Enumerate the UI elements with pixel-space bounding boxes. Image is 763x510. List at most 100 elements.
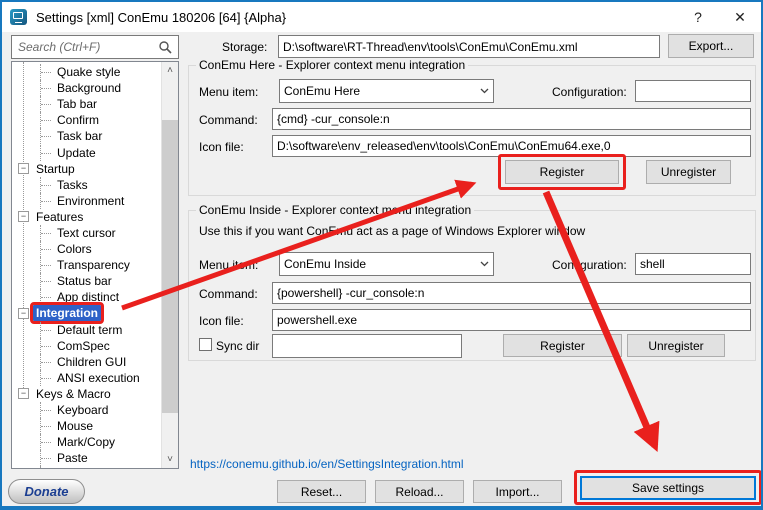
import-button[interactable]: Import...: [473, 480, 562, 503]
sync-dir-checkbox[interactable]: [199, 338, 212, 351]
command-label-2: Command:: [199, 287, 258, 301]
help-button[interactable]: ?: [677, 2, 719, 32]
tree-item-comspec[interactable]: ComSpec: [12, 338, 161, 354]
configuration-field-2[interactable]: shell: [635, 253, 751, 275]
tree-connector: [40, 64, 52, 80]
tree-connector: [40, 225, 52, 241]
tree-item-keyboard[interactable]: Keyboard: [12, 402, 161, 418]
tree-item-mouse[interactable]: Mouse: [12, 418, 161, 434]
tree-connector: [40, 177, 52, 193]
tree-collapse-icon[interactable]: −: [18, 163, 29, 174]
tree-connector: [40, 80, 52, 96]
conemu-inside-group-title: ConEmu Inside - Explorer context menu in…: [196, 203, 474, 217]
tree-item-children-gui[interactable]: Children GUI: [12, 354, 161, 370]
tree-connector: [40, 338, 52, 354]
reload-button[interactable]: Reload...: [375, 480, 464, 503]
tree-item-label: Background: [54, 80, 124, 96]
tree-connector: [40, 289, 52, 305]
menu-item-combo[interactable]: ConEmu Here: [279, 79, 494, 103]
scroll-up-icon[interactable]: ˄: [162, 62, 178, 79]
tree-connector: [40, 193, 52, 209]
configuration-field[interactable]: [635, 80, 751, 102]
tree-connector: [40, 434, 52, 450]
chevron-down-icon: [480, 88, 489, 94]
conemu-here-group-title: ConEmu Here - Explorer context menu inte…: [196, 58, 468, 72]
tree-item-tab-bar[interactable]: Tab bar: [12, 96, 161, 112]
tree-collapse-icon[interactable]: −: [18, 388, 29, 399]
tree-item-status-bar[interactable]: Status bar: [12, 273, 161, 289]
menu-item-label-2: Menu item:: [199, 258, 258, 272]
tree-connector: [40, 112, 52, 128]
unregister-inside-button[interactable]: Unregister: [627, 334, 725, 357]
save-settings-button[interactable]: Save settings: [580, 476, 756, 500]
tree-collapse-icon[interactable]: −: [18, 308, 29, 319]
tree-item-label: Paste: [54, 450, 91, 466]
tree-item-label: Integration: [33, 305, 101, 321]
settings-tree: Quake styleBackgroundTab barConfirmTask …: [11, 61, 179, 469]
tree-item-label: Update: [54, 145, 99, 161]
register-inside-button[interactable]: Register: [503, 334, 622, 357]
tree-item-paste[interactable]: Paste: [12, 450, 161, 466]
configuration-label-2: Configuration:: [552, 258, 627, 272]
tree-item-label: Tab bar: [54, 96, 100, 112]
title-bar: Settings [xml] ConEmu 180206 [64] {Alpha…: [2, 2, 761, 32]
tree-item-highlight[interactable]: Highlight: [12, 466, 161, 468]
storage-field[interactable]: D:\software\RT-Thread\env\tools\ConEmu\C…: [278, 35, 660, 58]
tree-item-environment[interactable]: Environment: [12, 193, 161, 209]
tree-item-app-distinct[interactable]: App distinct: [12, 289, 161, 305]
tree-item-text-cursor[interactable]: Text cursor: [12, 225, 161, 241]
tree-item-label: Quake style: [54, 64, 123, 80]
tree-item-default-term[interactable]: Default term: [12, 322, 161, 338]
tree-collapse-icon[interactable]: −: [18, 211, 29, 222]
tree-item-label: Tasks: [54, 177, 91, 193]
tree-item-label: Status bar: [54, 273, 115, 289]
command-field-2[interactable]: {powershell} -cur_console:n: [272, 282, 751, 304]
tree-item-background[interactable]: Background: [12, 80, 161, 96]
menu-item-value: ConEmu Here: [284, 84, 360, 98]
tree-item-confirm[interactable]: Confirm: [12, 112, 161, 128]
icon-file-field[interactable]: D:\software\env_released\env\tools\ConEm…: [272, 135, 751, 157]
tree-item-transparency[interactable]: Transparency: [12, 257, 161, 273]
tree-scrollbar[interactable]: ˄ ˅: [161, 62, 178, 468]
tree-item-label: Mouse: [54, 418, 96, 434]
conemu-app-icon: [10, 9, 27, 25]
menu-item-label: Menu item:: [199, 85, 258, 99]
tree-item-label: Default term: [54, 322, 125, 338]
donate-button[interactable]: Donate: [8, 479, 85, 504]
tree-connector: [40, 450, 52, 466]
close-button[interactable]: ✕: [719, 2, 761, 32]
tree-item-features[interactable]: −Features: [12, 209, 161, 225]
tree-item-task-bar[interactable]: Task bar: [12, 128, 161, 144]
tree-item-label: Task bar: [54, 128, 105, 144]
tree-item-quake-style[interactable]: Quake style: [12, 64, 161, 80]
window-title: Settings [xml] ConEmu 180206 [64] {Alpha…: [36, 10, 286, 25]
command-label: Command:: [199, 113, 258, 127]
reset-button[interactable]: Reset...: [277, 480, 366, 503]
search-input[interactable]: Search (Ctrl+F): [11, 35, 179, 59]
tree-item-mark-copy[interactable]: Mark/Copy: [12, 434, 161, 450]
tree-item-update[interactable]: Update: [12, 144, 161, 160]
tree-item-keys-macro[interactable]: −Keys & Macro: [12, 386, 161, 402]
tree-item-colors[interactable]: Colors: [12, 241, 161, 257]
storage-label: Storage:: [222, 40, 267, 54]
menu-item-combo-2[interactable]: ConEmu Inside: [279, 252, 494, 276]
sync-dir-field[interactable]: [272, 334, 462, 358]
tree-connector: [40, 145, 52, 161]
scroll-down-icon[interactable]: ˅: [162, 451, 178, 468]
tree-item-tasks[interactable]: Tasks: [12, 177, 161, 193]
scrollbar-thumb[interactable]: [162, 120, 178, 413]
tree-item-label: Text cursor: [54, 225, 119, 241]
tree-connector: [40, 273, 52, 289]
export-button[interactable]: Export...: [668, 34, 754, 58]
register-here-button[interactable]: Register: [505, 160, 619, 184]
tree-item-ansi-execution[interactable]: ANSI execution: [12, 370, 161, 386]
tree-connector: [40, 418, 52, 434]
icon-file-field-2[interactable]: powershell.exe: [272, 309, 751, 331]
tree-item-integration[interactable]: −Integration: [12, 305, 161, 321]
tree-item-label: App distinct: [54, 289, 122, 305]
tree-item-startup[interactable]: −Startup: [12, 161, 161, 177]
menu-item-value-2: ConEmu Inside: [284, 257, 366, 271]
unregister-here-button[interactable]: Unregister: [646, 160, 731, 184]
command-field[interactable]: {cmd} -cur_console:n: [272, 108, 751, 130]
settings-integration-link[interactable]: https://conemu.github.io/en/SettingsInte…: [190, 457, 464, 471]
